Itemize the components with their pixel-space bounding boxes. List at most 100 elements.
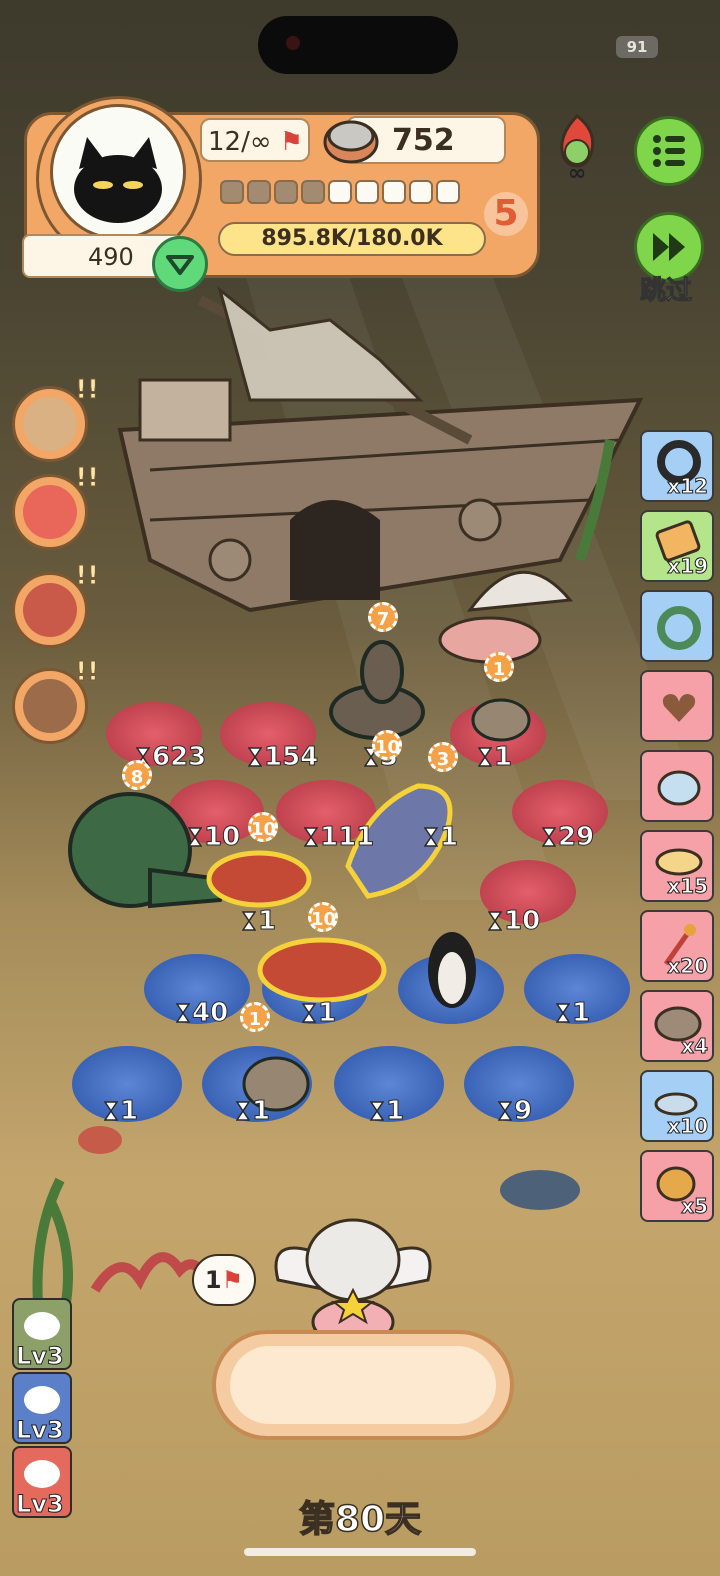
box-icon <box>23 397 77 451</box>
alert-icon: !! <box>75 463 100 494</box>
heart-icon <box>662 694 696 722</box>
action-button[interactable] <box>212 1330 514 1440</box>
flag-icon: ⚑ <box>221 1266 244 1294</box>
progress-bar: 895.8K/180.0K <box>218 222 486 256</box>
item-ring[interactable]: x12 <box>640 430 714 502</box>
hourglass-icon <box>304 827 318 847</box>
item-ticket[interactable]: x19 <box>640 510 714 582</box>
item-shell[interactable]: x5 <box>640 1150 714 1222</box>
timer-value: 1 <box>439 822 459 853</box>
box-button[interactable]: !! <box>12 375 99 462</box>
chest-button[interactable]: !! <box>12 657 99 744</box>
pad-timer: 154 <box>248 742 319 773</box>
count-badge[interactable]: 1 <box>240 1002 270 1032</box>
home-indicator[interactable] <box>244 1548 476 1556</box>
pad-timer: 29 <box>542 822 595 853</box>
penguin-creature[interactable] <box>420 920 484 1012</box>
item-blob[interactable] <box>640 750 714 822</box>
count-badge[interactable]: 7 <box>368 602 398 632</box>
timer-value: 10 <box>503 906 541 937</box>
pad-timer: 1 <box>478 742 513 773</box>
black-cat-icon <box>74 137 162 223</box>
bubble-text: 1 <box>204 1266 222 1294</box>
hourglass-icon <box>488 911 502 931</box>
item-count: x20 <box>667 954 709 979</box>
item-count: x15 <box>667 874 709 899</box>
segment <box>409 180 433 204</box>
list-icon <box>653 135 685 167</box>
infinity-flame-button[interactable]: ∞ <box>548 112 606 182</box>
count-badge[interactable]: 10 <box>308 902 338 932</box>
pad-timer: 1 <box>424 822 459 853</box>
level-card[interactable]: Lv3 <box>12 1446 72 1519</box>
level-counter: 12/∞ ⚑ <box>200 118 310 162</box>
timer-value: 1 <box>119 1096 139 1127</box>
avatar[interactable] <box>50 104 186 240</box>
count-badge[interactable]: 3 <box>428 742 458 772</box>
pad-timer: 10 <box>488 906 541 937</box>
action-button-face <box>230 1346 496 1424</box>
segment <box>220 180 244 204</box>
item-flying-fish[interactable]: x10 <box>640 1070 714 1142</box>
hourglass-icon <box>542 827 556 847</box>
pad-timer: 1 <box>104 1096 139 1127</box>
count-badge[interactable]: 10 <box>248 812 278 842</box>
bear-button[interactable]: !! <box>12 463 99 550</box>
count-badge[interactable]: 8 <box>122 760 152 790</box>
timer-value: 1 <box>571 998 591 1029</box>
phone-button[interactable]: !! <box>12 561 99 648</box>
hourglass-icon <box>478 747 492 767</box>
item-loop[interactable] <box>640 590 714 662</box>
pad-timer: 1 <box>236 1096 271 1127</box>
menu-button[interactable] <box>634 116 704 186</box>
timer-value: 623 <box>151 742 207 773</box>
timer-value: 1 <box>317 998 337 1029</box>
segment <box>301 180 325 204</box>
level-card-label: Lv3 <box>16 1342 65 1371</box>
alert-icon: !! <box>75 375 100 406</box>
stage-number: 5 <box>484 192 528 236</box>
segment <box>274 180 298 204</box>
gem-dropdown-button[interactable] <box>152 236 208 292</box>
timer-value: 9 <box>513 1096 533 1127</box>
level-card-label: Lv3 <box>16 1416 65 1445</box>
count-badge[interactable]: 1 <box>484 652 514 682</box>
skip-label: 跳过 <box>639 276 692 307</box>
snail-creature[interactable] <box>322 636 432 740</box>
hourglass-icon <box>188 827 202 847</box>
hourglass-icon <box>302 1003 316 1023</box>
item-heart[interactable] <box>640 670 714 742</box>
phone-icon <box>23 583 77 637</box>
item-stone[interactable]: x4 <box>640 990 714 1062</box>
level-card[interactable]: Lv3 <box>12 1298 72 1371</box>
timer-value: 1 <box>385 1096 405 1127</box>
item-count: x5 <box>681 1194 709 1219</box>
item-count: x12 <box>667 474 709 499</box>
level-text: 12/∞ <box>208 127 272 157</box>
segment <box>328 180 352 204</box>
item-count: x4 <box>681 1034 709 1059</box>
timer-value: 29 <box>557 822 595 853</box>
alert-icon: !! <box>75 657 100 688</box>
pad-timer: 111 <box>304 822 375 853</box>
hourglass-icon <box>236 1101 250 1121</box>
pad-timer: 40 <box>176 998 229 1029</box>
level-card-label: Lv3 <box>16 1490 65 1519</box>
timer-value: 154 <box>263 742 319 773</box>
level-card[interactable]: Lv3 <box>12 1372 72 1445</box>
segment <box>247 180 271 204</box>
item-wand[interactable]: x20 <box>640 910 714 982</box>
timer-value: 1 <box>251 1096 271 1127</box>
count-badge[interactable]: 10 <box>372 730 402 760</box>
cat-blob-creature[interactable] <box>466 684 536 744</box>
item-goggles[interactable]: x15 <box>640 830 714 902</box>
segment <box>355 180 379 204</box>
stage-progress-segments <box>220 180 490 210</box>
blob-icon <box>657 770 701 806</box>
chameleon-creature[interactable] <box>204 844 314 914</box>
flag-icon: ⚑ <box>279 127 304 157</box>
day-label: 第80天 <box>298 1498 422 1541</box>
item-count: x10 <box>667 1114 709 1139</box>
pad-timer: 1 <box>242 906 277 937</box>
angel-cat-character[interactable] <box>258 1210 448 1330</box>
